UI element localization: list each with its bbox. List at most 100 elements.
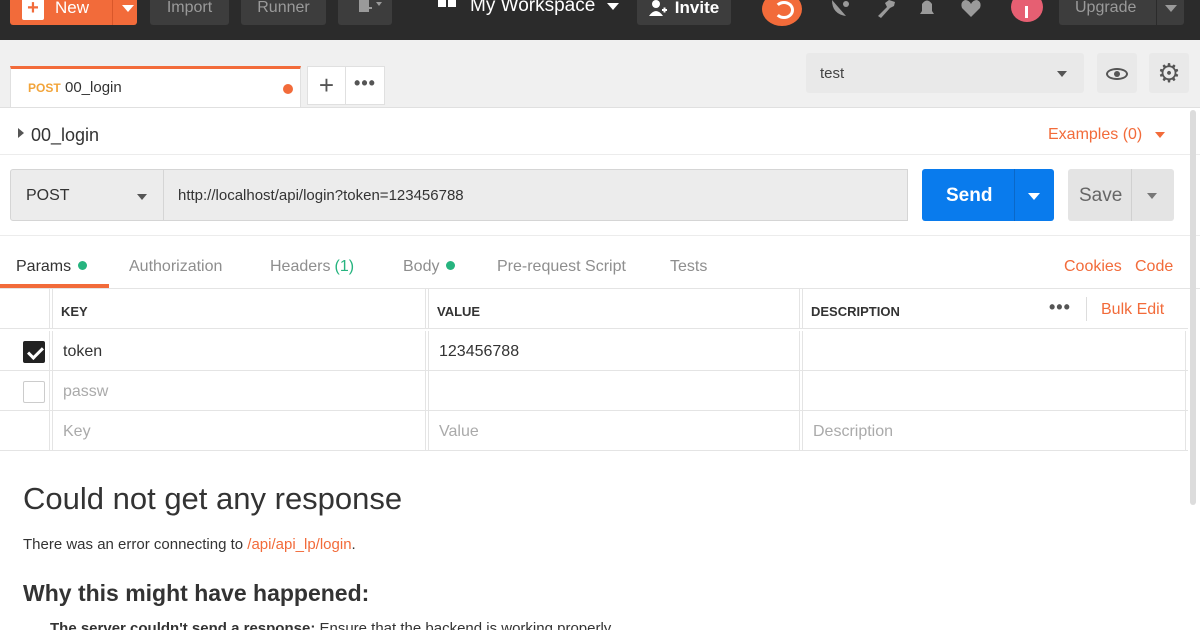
request-tab[interactable]: POST 00_login (10, 66, 301, 107)
request-tabs-bar: POST 00_login + ••• test ⚙ (0, 40, 1200, 108)
tab-params[interactable]: Params (16, 258, 88, 276)
satellite-icon[interactable] (830, 0, 852, 18)
response-error-message: There was an error connecting to /api/ap… (23, 536, 356, 553)
method-selected: POST (26, 187, 70, 204)
key-placeholder: Key (63, 423, 91, 440)
manage-environments-button[interactable]: ⚙ (1149, 53, 1189, 93)
description-header: DESCRIPTION (811, 304, 900, 319)
param-value-field[interactable] (428, 371, 800, 411)
param-description-field[interactable] (802, 371, 1186, 411)
new-window-button[interactable] (338, 0, 392, 25)
table-row: passw (0, 371, 1188, 411)
runner-button[interactable]: Runner (241, 0, 326, 25)
new-tab-button[interactable]: + (307, 66, 346, 105)
reason-title: The server couldn't send a response: (50, 620, 316, 630)
send-button[interactable]: Send (922, 169, 1054, 221)
chevron-down-icon (607, 3, 620, 10)
tab-tests[interactable]: Tests (670, 258, 707, 276)
param-checkbox[interactable] (23, 341, 45, 363)
table-header-cell (0, 289, 50, 329)
new-value-field[interactable]: Value (428, 411, 800, 451)
param-checkbox[interactable] (23, 381, 45, 403)
invite-button[interactable]: Invite (637, 0, 731, 25)
table-row-new: Key Value Description (0, 411, 1188, 451)
scrollbar[interactable] (1190, 110, 1196, 505)
chevron-down-icon[interactable] (122, 5, 134, 12)
error-url-link[interactable]: /api/api_lp/login (247, 536, 351, 553)
add-user-icon (648, 0, 667, 16)
param-value-field[interactable]: 123456788 (428, 331, 800, 371)
new-button-label: New (55, 0, 90, 17)
request-header: 00_login Examples (0) (0, 109, 1200, 155)
divider (1014, 169, 1015, 221)
eye-icon (1106, 68, 1128, 80)
chevron-down-icon[interactable] (1028, 193, 1040, 200)
wrench-icon[interactable] (875, 0, 897, 18)
chevron-down-icon[interactable] (1165, 5, 1177, 12)
upgrade-button[interactable]: Upgrade (1059, 0, 1184, 25)
environment-selected: test (820, 65, 845, 82)
import-button-label: Import (166, 0, 213, 16)
tab-headers[interactable]: Headers (1) (270, 258, 354, 276)
method-select[interactable]: POST (10, 169, 164, 221)
param-key-field[interactable]: passw (52, 371, 426, 411)
tab-pre-request-script[interactable]: Pre-request Script (497, 258, 626, 276)
new-description-field[interactable]: Description (802, 411, 1186, 451)
url-input[interactable] (164, 169, 908, 221)
environment-select[interactable]: test (806, 53, 1084, 93)
environment-quick-look-button[interactable] (1097, 53, 1137, 93)
code-link[interactable]: Code (1135, 258, 1173, 276)
chevron-down-icon[interactable] (1147, 193, 1157, 199)
reason-item: The server couldn't send a response: Ens… (50, 620, 611, 630)
request-name[interactable]: 00_login (31, 125, 99, 146)
send-button-label: Send (946, 185, 993, 206)
expand-arrow-icon[interactable] (18, 128, 24, 138)
tab-params-label: Params (16, 258, 72, 275)
headers-count: (1) (334, 258, 355, 275)
tab-method: POST (28, 81, 61, 95)
bell-icon[interactable] (916, 0, 938, 18)
new-key-field[interactable]: Key (52, 411, 426, 451)
param-description-field[interactable] (802, 331, 1186, 371)
examples-dropdown[interactable]: Examples (0) (1048, 126, 1142, 144)
value-header: VALUE (437, 304, 481, 319)
table-cell (0, 411, 50, 451)
key-header: KEY (61, 304, 88, 319)
param-value: 123456788 (439, 343, 520, 360)
workspace-switcher[interactable]: My Workspace (438, 0, 620, 20)
active-tab-indicator (0, 284, 109, 288)
save-button-label: Save (1079, 185, 1123, 206)
table-header-cell: VALUE (428, 289, 800, 329)
description-placeholder: Description (813, 423, 894, 440)
response-error-title: Could not get any response (23, 481, 403, 516)
tab-body[interactable]: Body (403, 258, 456, 276)
unsaved-indicator (283, 84, 293, 94)
error-suffix: . (351, 536, 356, 553)
new-button[interactable]: + New (10, 0, 137, 25)
cookies-link[interactable]: Cookies (1064, 258, 1122, 276)
chevron-down-icon[interactable] (1155, 132, 1165, 138)
tab-options-button[interactable]: ••• (346, 66, 385, 105)
bulk-edit-link[interactable]: Bulk Edit (1101, 301, 1164, 319)
chevron-down-icon (137, 194, 147, 200)
upgrade-button-label: Upgrade (1075, 0, 1137, 16)
reason-text: Ensure that the backend is working prope… (315, 620, 612, 630)
tab-headers-label: Headers (270, 258, 331, 275)
param-key-field[interactable]: token (52, 331, 426, 371)
tab-body-label: Body (403, 258, 440, 275)
workspace-label: My Workspace (470, 0, 596, 16)
table-cell (0, 371, 50, 411)
sync-icon[interactable] (762, 0, 802, 26)
tab-authorization[interactable]: Authorization (129, 258, 222, 276)
error-prefix: There was an error connecting to (23, 536, 248, 553)
status-dot (446, 261, 456, 270)
avatar[interactable] (1011, 0, 1043, 22)
heart-icon[interactable] (960, 0, 982, 18)
import-button[interactable]: Import (150, 0, 229, 25)
table-cell (0, 331, 50, 371)
column-options-button[interactable]: ••• (1049, 297, 1071, 318)
table-header-cell: KEY (52, 289, 426, 329)
grid-icon (438, 0, 456, 16)
save-button[interactable]: Save (1068, 169, 1174, 221)
table-row: token 123456788 (0, 331, 1188, 371)
